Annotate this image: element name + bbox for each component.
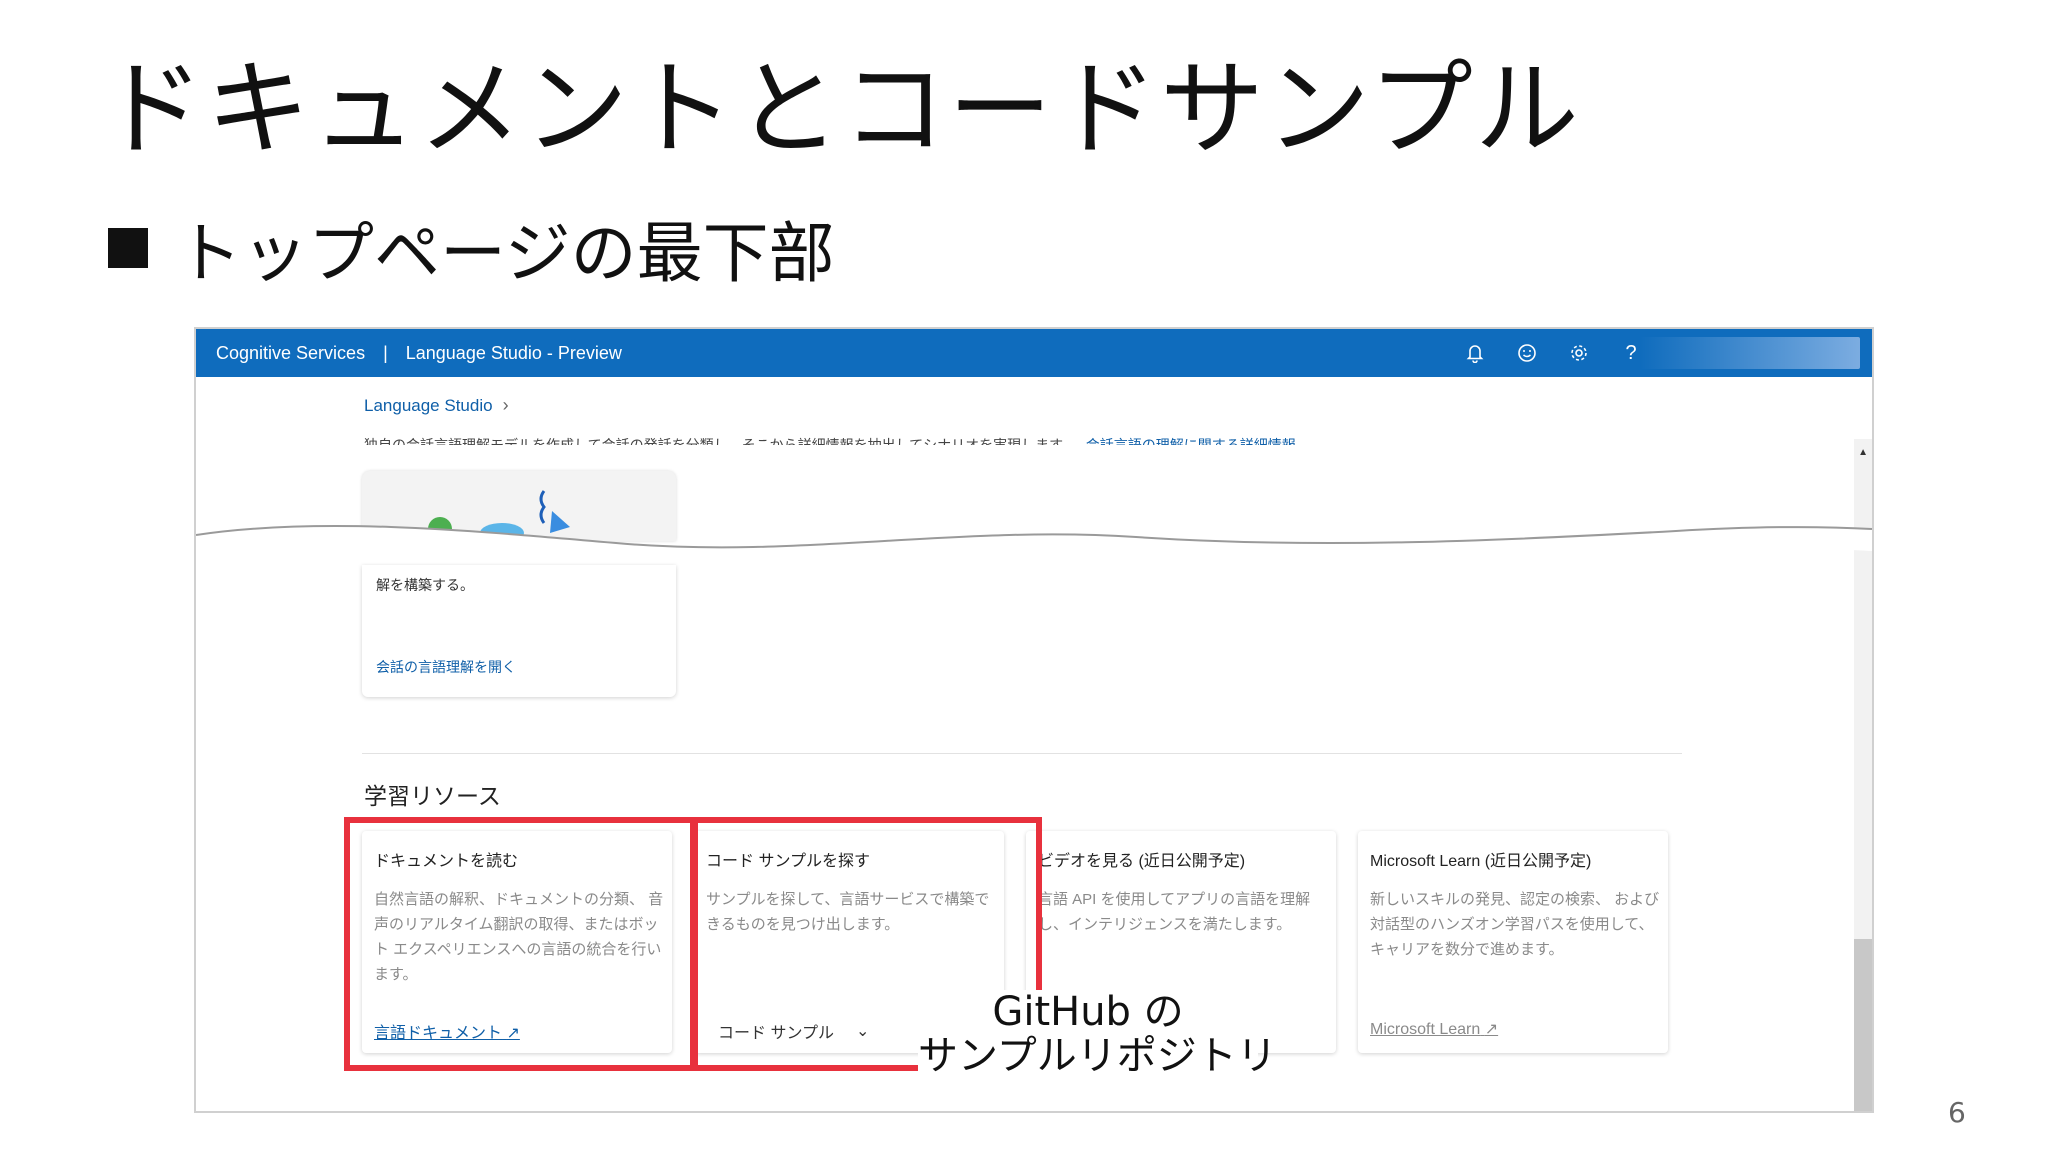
scrollbar-thumb[interactable] [1854, 939, 1872, 1111]
chevron-right-icon: › [502, 395, 509, 415]
resource-card-microsoft-learn: Microsoft Learn (近日公開予定) 新しいスキルの発見、認定の検索… [1358, 831, 1668, 1053]
bullet-text: トップページの最下部 [176, 215, 835, 292]
section-divider [362, 753, 1682, 754]
cut-description: 独自の会話言語理解モデルを作成して会話の発話を分類し、そこから詳細情報を抽出して… [364, 435, 1296, 445]
help-icon[interactable]: ? [1620, 342, 1642, 364]
header-icons: ? [1464, 329, 1642, 377]
resource-card-description: 新しいスキルの発見、認定の検索、 および対話型のハンズオン学習パスを使用して、キ… [1370, 891, 1660, 958]
callout-line-2: サンプルリポジトリ [918, 1033, 1277, 1079]
top-bar: Cognitive Services | Language Studio - P… [196, 329, 1872, 377]
callout-github-samples: GitHub の サンプルリポジトリ [918, 989, 1277, 1082]
gear-icon[interactable] [1568, 342, 1590, 364]
partial-card: 解を構築する。 会話の言語理解を開く [362, 565, 676, 697]
learning-resources-title: 学習リソース [364, 783, 501, 809]
breadcrumb: Language Studio › [364, 395, 509, 416]
scroll-up-arrow-icon[interactable]: ▲ [1858, 447, 1868, 458]
product-link[interactable]: Language Studio - Preview [406, 343, 622, 364]
microsoft-learn-link-label: Microsoft Learn [1370, 1021, 1481, 1038]
partial-card-description: 解を構築する。 [376, 577, 474, 593]
page-number: 6 [1948, 1096, 1966, 1129]
breadcrumb-language-studio[interactable]: Language Studio [364, 396, 493, 416]
cut-description-text: 独自の会話言語理解モデルを作成して会話の発話を分類し、そこから詳細情報を抽出して… [364, 437, 1076, 445]
resource-card-title: Microsoft Learn (近日公開予定) [1370, 853, 1592, 870]
account-area-blurred[interactable] [1640, 337, 1860, 369]
resource-card-title: ビデオを見る (近日公開予定) [1038, 853, 1246, 870]
brand-link[interactable]: Cognitive Services [216, 343, 365, 364]
slide-title: ドキュメントとコードサンプル [100, 48, 1581, 170]
resource-card-description: 言語 API を使用してアプリの言語を理解し、インテリジェンスを満たします。 [1038, 891, 1311, 933]
partial-card-link[interactable]: 会話の言語理解を開く [376, 657, 516, 677]
smiley-icon[interactable] [1516, 342, 1538, 364]
bell-icon[interactable] [1464, 342, 1486, 364]
brand-separator: | [383, 342, 388, 363]
bullet-row: トップページの最下部 [108, 200, 835, 296]
callout-line-1: GitHub の [992, 989, 1184, 1035]
microsoft-learn-link[interactable]: Microsoft Learn ↗ [1370, 1019, 1498, 1039]
bullet-square-icon [108, 228, 148, 268]
cut-description-link[interactable]: 会話言語の理解に関する詳細情報 [1086, 437, 1296, 445]
highlight-box-docs [344, 817, 696, 1071]
external-link-icon: ↗ [1484, 1021, 1499, 1038]
